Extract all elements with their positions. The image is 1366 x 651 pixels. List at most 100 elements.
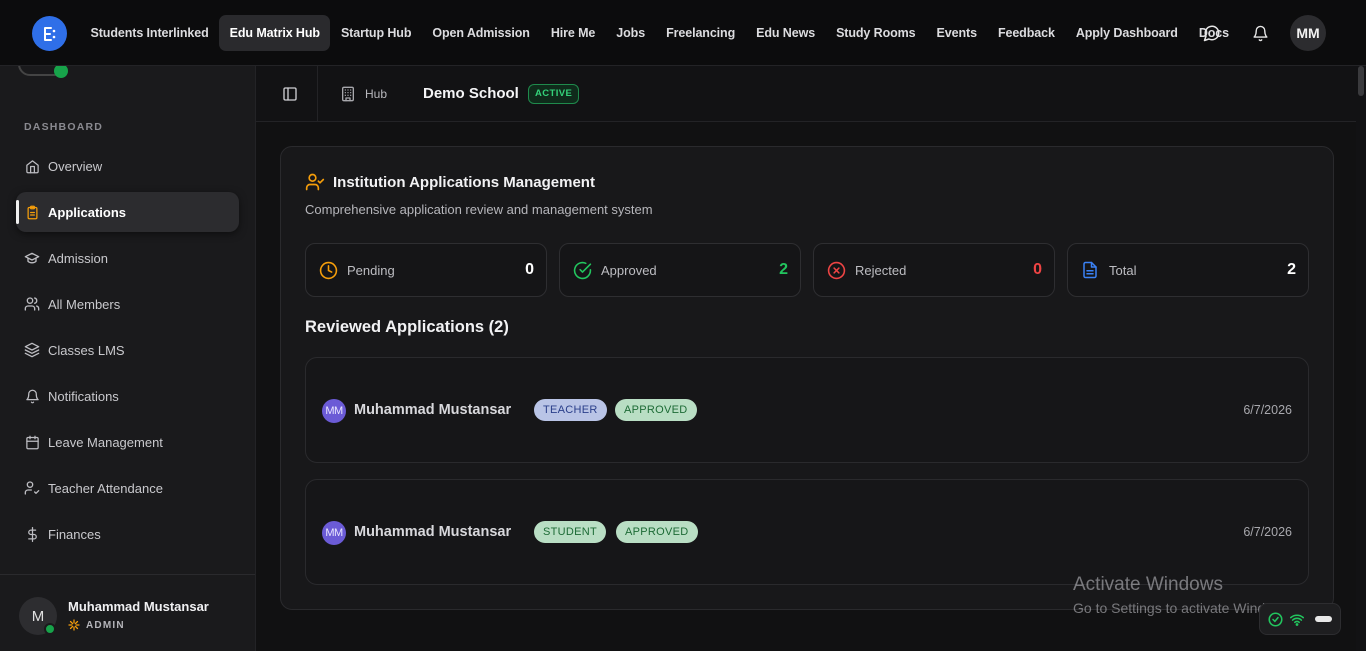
stat-value: 0 [525,261,534,278]
header-divider [317,66,318,122]
sidebar-item-label: Overview [48,158,103,174]
sidebar: DASHBOARD Overview Applications Admissio… [0,66,256,651]
nav-study-rooms[interactable]: Study Rooms [826,15,926,51]
sidebar-item-teacher-attendance[interactable]: Teacher Attendance [16,468,239,508]
home-icon [24,158,40,174]
nav-feedback[interactable]: Feedback [987,15,1065,51]
sidebar-item-admission[interactable]: Admission [16,238,239,278]
sidebar-item-label: Leave Management [48,434,163,450]
users-icon [24,296,40,312]
online-status-dot [44,623,56,635]
primary-nav: Students Interlinked Edu Matrix Hub Star… [80,15,1239,51]
status-badge: ACTIVE [528,84,580,104]
stat-value: 2 [1287,261,1296,278]
stat-label: Pending [347,262,395,278]
dollar-icon [24,526,40,542]
clipboard-icon [24,204,40,220]
edu-matrix-logo-icon[interactable] [32,16,67,51]
school-name: Demo School [423,85,519,102]
stat-value: 0 [1033,261,1042,278]
sidebar-item-label: Notifications [48,388,119,404]
nav-apply-dashboard[interactable]: Apply Dashboard [1065,15,1188,51]
nav-startup-hub[interactable]: Startup Hub [330,15,421,51]
user-avatar[interactable]: MM [1290,15,1326,51]
sidebar-user-role: ADMIN [68,619,125,631]
nav-edu-matrix-hub[interactable]: Edu Matrix Hub [219,15,331,51]
nav-freelancing[interactable]: Freelancing [656,15,746,51]
sidebar-item-label: Teacher Attendance [48,480,163,496]
file-icon [1080,260,1100,280]
sidebar-item-classes-lms[interactable]: Classes LMS [16,330,239,370]
sidebar-item-applications[interactable]: Applications [16,192,239,232]
calendar-icon [24,434,40,450]
scrollbar-thumb[interactable] [1358,66,1364,96]
online-status-dot [54,66,68,78]
role-label: ADMIN [86,619,125,631]
sidebar-item-leave-management[interactable]: Leave Management [16,422,239,462]
top-navbar: Students Interlinked Edu Matrix Hub Star… [0,0,1366,66]
stat-label: Approved [601,262,657,278]
nav-students-interlinked[interactable]: Students Interlinked [80,15,219,51]
stat-approved[interactable]: Approved 2 [559,243,801,297]
applicant-name: Muhammad Mustansar [354,524,512,540]
sidebar-toggle-icon[interactable] [282,86,298,102]
application-date: 6/7/2026 [1243,403,1292,417]
nav-jobs[interactable]: Jobs [606,15,656,51]
role-tag: STUDENT [534,521,607,543]
breadcrumb[interactable]: Hub [340,86,387,102]
clock-icon [318,260,338,280]
building-icon [340,86,365,102]
nav-edu-news[interactable]: Edu News [746,15,826,51]
stat-label: Total [1109,262,1137,278]
sidebar-item-overview[interactable]: Overview [16,146,239,186]
message-circle-icon[interactable] [1201,22,1223,44]
applications-card: Institution Applications Management Comp… [280,146,1334,610]
stat-pending[interactable]: Pending 0 [305,243,547,297]
user-check-icon [305,172,325,192]
status-tag: APPROVED [616,521,698,543]
application-row[interactable]: MM Muhammad Mustansar STUDENT APPROVED 6… [305,479,1309,585]
stat-label: Rejected [855,262,907,278]
nav-hire-me[interactable]: Hire Me [540,15,605,51]
sidebar-item-label: Admission [48,250,108,266]
status-tag: APPROVED [615,399,697,421]
application-date: 6/7/2026 [1243,525,1292,539]
applicant-avatar: MM [322,521,346,545]
page-scrollbar[interactable] [1356,66,1366,651]
stat-total[interactable]: Total 2 [1067,243,1309,297]
sidebar-item-label: Finances [48,526,101,542]
sidebar-section-label: DASHBOARD [24,121,104,133]
nav-events[interactable]: Events [926,15,987,51]
bell-icon [24,388,40,404]
breadcrumb-hub: Hub [365,87,388,101]
admin-badge-icon [68,619,80,631]
activation-watermark-title: Activate Windows [1073,574,1223,595]
sidebar-item-finances[interactable]: Finances [16,514,239,554]
graduation-cap-icon [24,250,40,266]
page-title: Institution Applications Management [333,174,595,191]
system-tray[interactable] [1259,603,1341,635]
sidebar-user-name: Muhammad Mustansar [68,599,209,614]
stat-value: 2 [779,261,788,278]
stat-rejected[interactable]: Rejected 0 [813,243,1055,297]
x-circle-icon [826,260,846,280]
check-circle-icon [572,260,592,280]
layers-icon [24,342,40,358]
battery-icon [1315,616,1332,622]
sidebar-item-all-members[interactable]: All Members [16,284,239,324]
reviewed-applications-heading: Reviewed Applications (2) [305,318,509,336]
sidebar-item-notifications[interactable]: Notifications [16,376,239,416]
sidebar-item-label: Applications [48,204,127,220]
page-header: Hub Demo School ACTIVE [256,66,1366,122]
applicant-name: Muhammad Mustansar [354,402,512,418]
applicant-avatar: MM [322,399,346,423]
application-row[interactable]: MM Muhammad Mustansar TEACHER APPROVED 6… [305,357,1309,463]
role-tag: TEACHER [534,399,607,421]
bell-icon[interactable] [1249,22,1271,44]
nav-open-admission[interactable]: Open Admission [422,15,540,51]
page-subtitle: Comprehensive application review and man… [305,202,653,217]
check-circle-icon [1268,611,1283,627]
sidebar-item-label: All Members [48,296,121,312]
wifi-icon [1289,612,1305,627]
sidebar-user-card[interactable]: M Muhammad Mustansar ADMIN [0,574,255,651]
